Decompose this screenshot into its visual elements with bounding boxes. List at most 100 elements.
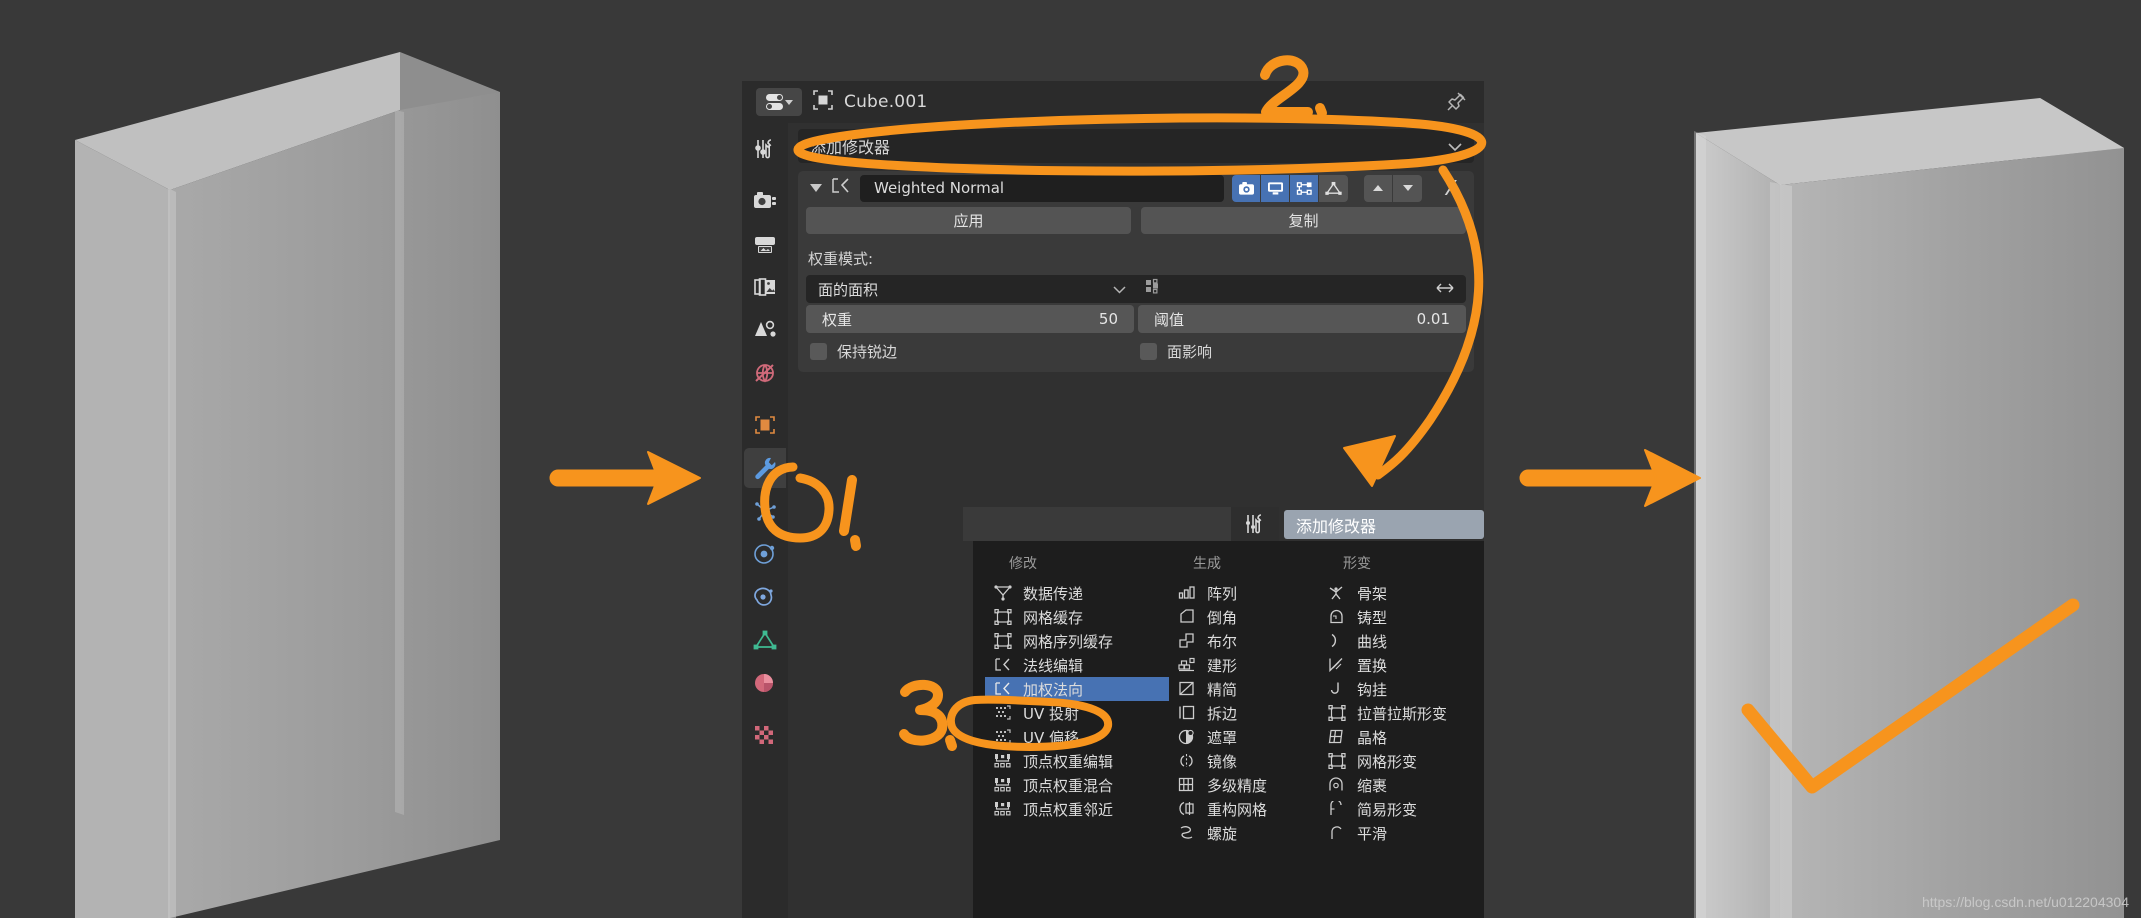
mask-icon bbox=[1177, 728, 1197, 746]
mesh-cache-icon bbox=[993, 608, 1013, 626]
weight-mode-value: 面的面积 bbox=[818, 280, 879, 299]
face-influence-checkbox[interactable]: 面影响 bbox=[1136, 341, 1466, 362]
sidebar-item-object[interactable] bbox=[744, 405, 786, 445]
editmode-toggle[interactable] bbox=[1290, 174, 1319, 202]
keep-sharp-checkbox[interactable]: 保持锐边 bbox=[806, 341, 1136, 362]
armature-icon bbox=[1327, 584, 1347, 602]
move-up-button[interactable] bbox=[1364, 174, 1393, 202]
menu-item-mesh-sequence-cache[interactable]: 网格序列缓存 bbox=[985, 629, 1169, 653]
threshold-label: 阈值 bbox=[1154, 310, 1185, 329]
render-toggle[interactable] bbox=[1232, 174, 1261, 202]
menu-item-armature[interactable]: 骨架 bbox=[1319, 581, 1484, 605]
menu-item-bevel[interactable]: 倒角 bbox=[1169, 605, 1319, 629]
menu-item-mesh-cache[interactable]: 网格缓存 bbox=[985, 605, 1169, 629]
menu-item-hook[interactable]: 钩挂 bbox=[1319, 677, 1484, 701]
menu-item-displace[interactable]: 置换 bbox=[1319, 653, 1484, 677]
vertex-group-field[interactable] bbox=[1136, 275, 1466, 303]
menu-item-vertex-weight-proximity[interactable]: 顶点权重邻近 bbox=[985, 797, 1169, 821]
sidebar-item-render[interactable] bbox=[744, 181, 786, 221]
arrows-lr-icon[interactable] bbox=[1434, 280, 1456, 299]
duplicate-button[interactable]: 复制 bbox=[1141, 207, 1466, 234]
boolean-icon bbox=[1177, 632, 1197, 650]
checkbox-box bbox=[1140, 343, 1157, 360]
menu-item-curve[interactable]: 曲线 bbox=[1319, 629, 1484, 653]
menu-item-shrinkwrap[interactable]: 缩裹 bbox=[1319, 773, 1484, 797]
sidebar-item-view-layer[interactable] bbox=[744, 267, 786, 307]
blender-window: Cube.001 添加修改器 Weighted Normal X 应用 复制 权… bbox=[0, 0, 2141, 918]
menu-item-remesh[interactable]: 重构网格 bbox=[1169, 797, 1319, 821]
viewport-after[interactable] bbox=[1484, 0, 2141, 918]
menu-item-cast[interactable]: 铸型 bbox=[1319, 605, 1484, 629]
shrinkwrap-icon bbox=[1327, 776, 1347, 794]
sidebar-item-material[interactable] bbox=[744, 663, 786, 703]
menu-item-smooth[interactable]: 平滑 bbox=[1319, 821, 1484, 845]
menu-item-mesh-deform[interactable]: 网格形变 bbox=[1319, 749, 1484, 773]
face-influence-label: 面影响 bbox=[1167, 343, 1213, 361]
pin-icon[interactable] bbox=[1444, 90, 1468, 118]
editor-type-selector[interactable] bbox=[756, 88, 802, 116]
sidebar-item-output[interactable] bbox=[744, 224, 786, 264]
popup-tool-icon[interactable] bbox=[1231, 507, 1279, 541]
menu-item-simple-deform[interactable]: 简易形变 bbox=[1319, 797, 1484, 821]
laplacian-deform-icon bbox=[1327, 704, 1347, 722]
sidebar-item-physics[interactable] bbox=[744, 534, 786, 574]
menu-item-boolean[interactable]: 布尔 bbox=[1169, 629, 1319, 653]
add-modifier-dropdown[interactable]: 添加修改器 bbox=[798, 129, 1474, 163]
menu-item-multiresolution[interactable]: 多级精度 bbox=[1169, 773, 1319, 797]
menu-item-screw[interactable]: 螺旋 bbox=[1169, 821, 1319, 845]
simple-deform-icon bbox=[1327, 800, 1347, 818]
menu-item-data-transfer[interactable]: 数据传递 bbox=[985, 581, 1169, 605]
menu-item-build[interactable]: 建形 bbox=[1169, 653, 1319, 677]
modifier-panel-weighted-normal: Weighted Normal X 应用 复制 权重模式: 面的面积 权重 50… bbox=[798, 171, 1474, 372]
checkbox-box bbox=[810, 343, 827, 360]
vertex-weight-edit-icon bbox=[993, 752, 1013, 770]
threshold-stepper[interactable]: 阈值 0.01 bbox=[1138, 305, 1466, 333]
menu-category-title: 生成 bbox=[1193, 556, 1221, 572]
menu-item-vertex-weight-mix[interactable]: 顶点权重混合 bbox=[985, 773, 1169, 797]
menu-item-vertex-weight-edit[interactable]: 顶点权重编辑 bbox=[985, 749, 1169, 773]
menu-item-lattice[interactable]: 晶格 bbox=[1319, 725, 1484, 749]
curve-icon bbox=[1327, 632, 1347, 650]
viewport-toggle[interactable] bbox=[1261, 174, 1290, 202]
menu-item-weighted-normal[interactable]: 加权法向 bbox=[985, 677, 1169, 701]
menu-category-title: 形变 bbox=[1343, 556, 1371, 572]
sidebar-item-scene[interactable] bbox=[744, 310, 786, 350]
edge-split-icon bbox=[1177, 704, 1197, 722]
properties-tab-strip bbox=[742, 123, 788, 918]
sidebar-item-texture[interactable] bbox=[744, 715, 786, 755]
mode-row: 面的面积 bbox=[798, 275, 1474, 303]
popup-add-modifier-button[interactable]: 添加修改器 bbox=[1284, 510, 1484, 539]
on-cage-toggle[interactable] bbox=[1319, 174, 1348, 202]
close-icon[interactable]: X bbox=[1436, 175, 1466, 202]
menu-item-array[interactable]: 阵列 bbox=[1169, 581, 1319, 605]
triangle-down-icon[interactable] bbox=[810, 184, 822, 192]
sidebar-item-world[interactable] bbox=[744, 353, 786, 393]
sidebar-item-particles[interactable] bbox=[744, 491, 786, 531]
menu-item-decimate[interactable]: 精简 bbox=[1169, 677, 1319, 701]
menu-item-uv-warp[interactable]: UV 偏移 bbox=[985, 725, 1169, 749]
menu-item-laplacian-deform[interactable]: 拉普拉斯形变 bbox=[1319, 701, 1484, 725]
menu-item-mirror[interactable]: 镜像 bbox=[1169, 749, 1319, 773]
sidebar-item-object-data[interactable] bbox=[744, 620, 786, 660]
uv-project-icon bbox=[993, 704, 1013, 722]
weight-stepper[interactable]: 权重 50 bbox=[806, 305, 1134, 333]
sidebar-item-tool[interactable] bbox=[744, 129, 786, 169]
menu-item-normal-edit[interactable]: 法线编辑 bbox=[985, 653, 1169, 677]
menu-item-mask[interactable]: 遮罩 bbox=[1169, 725, 1319, 749]
menu-item-edge-split[interactable]: 拆边 bbox=[1169, 701, 1319, 725]
add-modifier-label: 添加修改器 bbox=[810, 138, 891, 157]
weight-mode-select[interactable]: 面的面积 bbox=[806, 275, 1136, 303]
properties-header: Cube.001 bbox=[742, 81, 1484, 123]
sidebar-item-object-constraints[interactable] bbox=[744, 577, 786, 617]
modifier-display-toggles bbox=[1232, 174, 1348, 202]
viewport-before[interactable] bbox=[0, 0, 742, 918]
sidebar-item-modifiers[interactable] bbox=[744, 448, 786, 488]
chevron-down-icon bbox=[1113, 280, 1126, 298]
mesh-deform-icon bbox=[1327, 752, 1347, 770]
move-down-button[interactable] bbox=[1393, 174, 1422, 202]
menu-item-uv-project[interactable]: UV 投射 bbox=[985, 701, 1169, 725]
cast-icon bbox=[1327, 608, 1347, 626]
apply-button[interactable]: 应用 bbox=[806, 207, 1131, 234]
add-modifier-menu: 修改 数据传递 网格缓存 网格序列缓存 法线编辑 加权法向 UV 投射 UV 偏… bbox=[973, 541, 1484, 918]
modifier-name-input[interactable]: Weighted Normal bbox=[860, 174, 1224, 202]
